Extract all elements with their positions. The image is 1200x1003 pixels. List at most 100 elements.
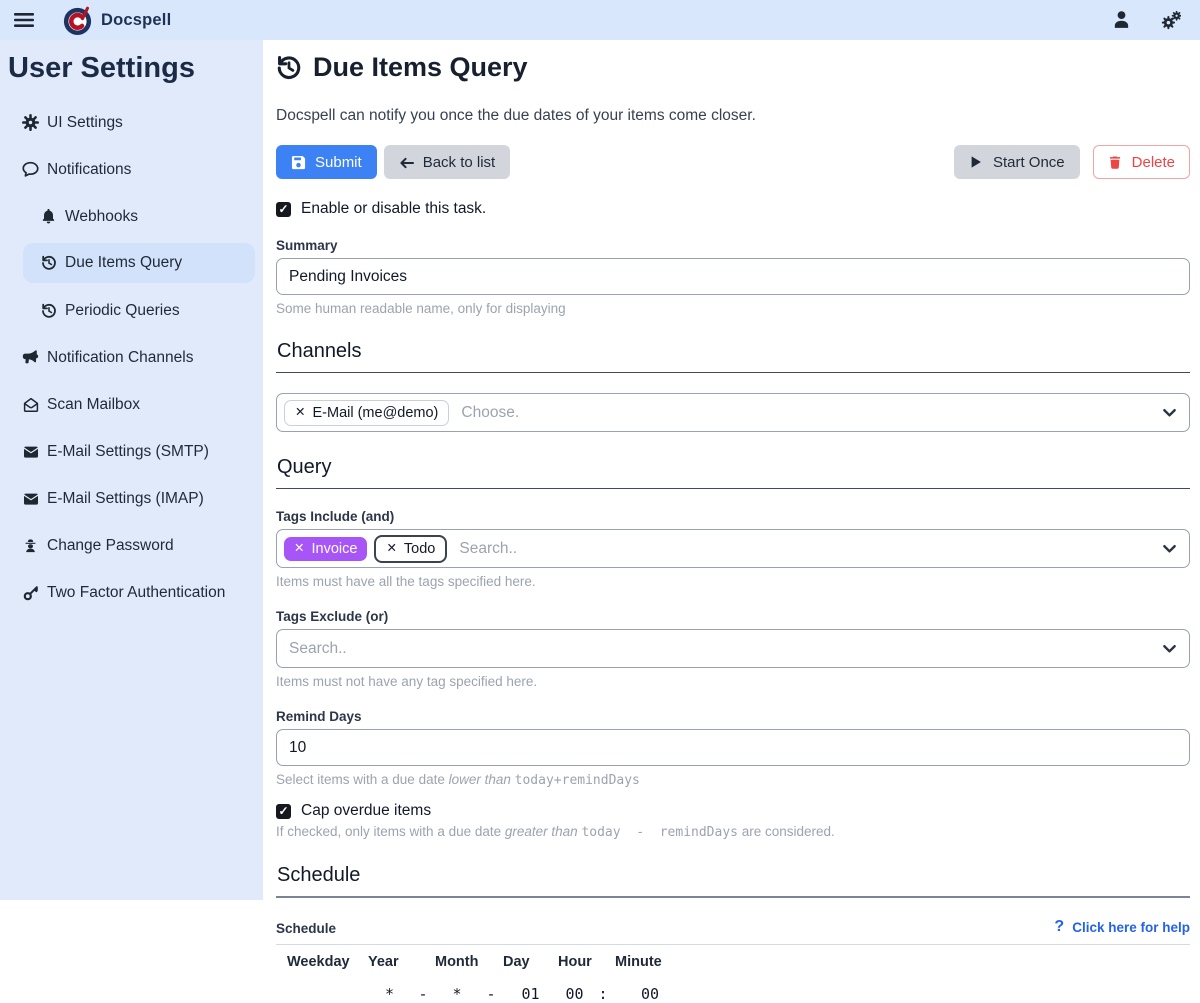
chevron-down-icon [1163,644,1176,653]
remind-days-input[interactable] [276,729,1190,766]
sidebar-item-notification-channels[interactable]: Notification Channels [6,334,263,381]
save-icon [291,155,306,170]
tags-exclude-label: Tags Exclude (or) [276,609,1190,624]
sidebar-item-email-imap[interactable]: E-Mail Settings (IMAP) [6,475,263,522]
delete-button[interactable]: Delete [1093,145,1190,179]
tags-include-label: Tags Include (and) [276,509,1190,524]
schedule-table: Weekday Year Month Day Hour Minute * - *… [276,944,1190,1003]
cap-overdue-row: Cap overdue items [276,802,1190,820]
tags-exclude-help: Items must not have any tag specified he… [276,674,1190,689]
back-to-list-button[interactable]: Back to list [384,145,511,179]
enable-task-label: Enable or disable this task. [301,200,486,218]
value-hour[interactable]: 00 [558,985,591,1003]
envelope-open-icon [22,396,39,413]
remove-chip-icon[interactable]: ✕ [386,542,396,555]
history-icon [276,55,302,81]
sidebar-title: User Settings [8,52,263,85]
settings-cogs-icon[interactable] [1160,10,1180,30]
gear-icon [22,114,39,131]
cap-overdue-label: Cap overdue items [301,802,431,820]
sidebar-item-periodic-queries[interactable]: Periodic Queries [6,287,263,334]
sidebar-item-label: Due Items Query [65,254,182,272]
page-description: Docspell can notify you once the due dat… [276,107,1190,125]
value-month[interactable]: * [435,985,479,1003]
sidebar-item-ui-settings[interactable]: UI Settings [6,99,263,146]
value-year[interactable]: * [368,985,411,1003]
trash-icon [1108,155,1123,170]
enable-task-checkbox[interactable] [276,202,291,217]
chevron-down-icon [1163,544,1176,553]
user-icon[interactable] [1112,10,1132,30]
summary-help: Some human readable name, only for displ… [276,301,1190,316]
history-icon [40,255,57,272]
key-icon [22,584,39,601]
sidebar-item-two-factor[interactable]: Two Factor Authentication [6,569,263,616]
menu-icon[interactable] [14,11,36,29]
value-day[interactable]: 01 [503,985,558,1003]
schedule-heading: Schedule [276,864,1190,898]
col-month: Month [435,954,503,970]
page-title-text: Due Items Query [313,52,528,83]
value-weekday[interactable] [287,985,368,1003]
remove-chip-icon[interactable]: ✕ [295,406,305,419]
chevron-down-icon [1163,408,1176,417]
cap-overdue-help: If checked, only items with a due date g… [276,824,1190,840]
start-once-button[interactable]: Start Once [954,145,1080,179]
tags-exclude-select[interactable]: Search.. [276,629,1190,668]
schedule-table-values: * - * - 01 00 : 00 [287,985,1190,1003]
sidebar: User Settings UI Settings Notifications … [0,40,263,900]
schedule-label-row: Schedule Click here for help [276,918,1190,936]
channels-select[interactable]: ✕ E-Mail (me@demo) Choose. [276,393,1190,432]
sidebar-item-label: Periodic Queries [65,302,180,320]
comment-icon [22,161,39,178]
history-icon [40,302,57,319]
summary-input[interactable] [276,258,1190,295]
sidebar-item-label: E-Mail Settings (SMTP) [47,443,209,461]
col-weekday: Weekday [287,954,368,970]
toolbar: Submit Back to list Start Once [276,145,1190,179]
col-year: Year [368,954,435,970]
enable-task-row: Enable or disable this task. [276,200,1190,218]
submit-button[interactable]: Submit [276,145,377,179]
schedule-help-link[interactable]: Click here for help [1054,918,1190,936]
sidebar-item-label: Notification Channels [47,349,193,367]
sidebar-item-change-password[interactable]: Change Password [6,522,263,569]
envelope-icon [22,490,39,507]
sidebar-item-email-smtp[interactable]: E-Mail Settings (SMTP) [6,428,263,475]
question-icon [1054,918,1064,936]
top-navbar: Docspell [0,0,1200,40]
col-minute: Minute [615,954,685,970]
value-minute[interactable]: 00 [615,985,685,1003]
col-day: Day [503,954,558,970]
separator: : [591,985,615,1003]
sidebar-item-label: Scan Mailbox [47,396,140,414]
user-secret-icon [22,537,39,554]
sidebar-item-scan-mailbox[interactable]: Scan Mailbox [6,381,263,428]
sidebar-item-label: UI Settings [47,114,123,132]
remove-chip-icon[interactable]: ✕ [294,542,304,555]
tags-include-placeholder: Search.. [459,540,517,558]
sidebar-item-notifications[interactable]: Notifications [6,146,263,193]
cap-overdue-checkbox[interactable] [276,804,291,819]
channels-placeholder: Choose. [461,404,519,422]
sidebar-item-due-items-query[interactable]: Due Items Query [23,243,255,283]
bell-icon [40,208,57,225]
page-title: Due Items Query [276,52,1190,83]
schedule-label: Schedule [276,921,336,936]
play-icon [969,155,984,170]
sidebar-item-label: E-Mail Settings (IMAP) [47,490,204,508]
separator: - [479,985,503,1003]
tags-include-select[interactable]: ✕ Invoice ✕ Todo Search.. [276,529,1190,568]
remind-days-help: Select items with a due date lower than … [276,772,1190,788]
arrow-left-icon [399,155,414,170]
channel-chip: ✕ E-Mail (me@demo) [284,400,449,426]
envelope-icon [22,443,39,460]
docspell-logo-icon[interactable] [63,6,92,35]
sidebar-item-label: Notifications [47,161,131,179]
sidebar-item-label: Two Factor Authentication [47,584,225,602]
bullhorn-icon [22,349,39,366]
app-title[interactable]: Docspell [101,11,171,30]
sidebar-item-webhooks[interactable]: Webhooks [6,193,263,240]
tag-chip-invoice: ✕ Invoice [284,537,367,561]
summary-label: Summary [276,238,1190,253]
